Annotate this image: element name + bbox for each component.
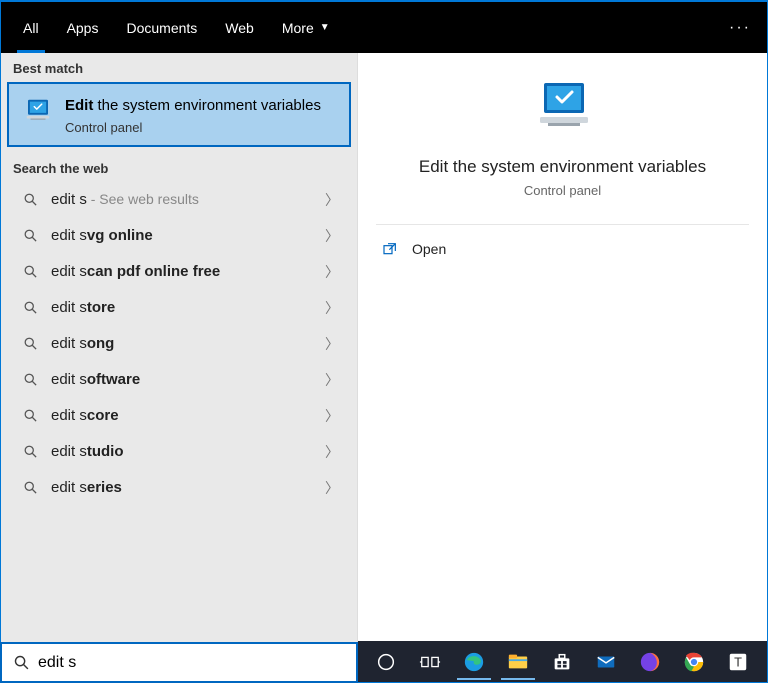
web-suggestion[interactable]: edit software〉 <box>1 362 357 398</box>
svg-text:T: T <box>734 654 742 669</box>
chevron-right-icon: 〉 <box>325 298 339 318</box>
web-suggestions: edit s - See web results〉edit svg online… <box>1 182 357 644</box>
web-suggestion[interactable]: edit s - See web results〉 <box>1 182 357 218</box>
taskbar-cortana-button[interactable] <box>364 641 408 682</box>
tab-more[interactable]: More ▼ <box>268 2 344 53</box>
search-icon <box>21 372 39 387</box>
tabs-right: ··· <box>711 2 759 53</box>
chevron-right-icon: 〉 <box>325 334 339 354</box>
web-suggestion[interactable]: edit store〉 <box>1 290 357 326</box>
tab-label: Web <box>225 20 254 36</box>
taskbar-edge-button[interactable] <box>452 641 496 682</box>
taskbar-app-button[interactable]: T <box>716 641 760 682</box>
search-icon <box>21 480 39 495</box>
preview-icon <box>358 79 767 139</box>
suggestion-text: edit svg online <box>51 227 325 244</box>
best-match-header: Best match <box>1 53 357 82</box>
web-suggestion[interactable]: edit series〉 <box>1 470 357 506</box>
scope-tabs: All Apps Documents Web More ▼ ··· <box>1 2 767 53</box>
best-match-subtitle: Control panel <box>65 120 321 135</box>
suggestion-text: edit s - See web results <box>51 191 325 208</box>
tab-label: All <box>23 20 39 36</box>
web-suggestion[interactable]: edit scan pdf online free〉 <box>1 254 357 290</box>
taskbar: T <box>358 641 767 682</box>
tab-label: Documents <box>126 20 197 36</box>
suggestion-text: edit store <box>51 299 325 316</box>
chevron-right-icon: 〉 <box>325 406 339 426</box>
tab-web[interactable]: Web <box>211 2 268 53</box>
best-match-text: Edit the system environment variables Co… <box>65 96 321 135</box>
start-search-window: All Apps Documents Web More ▼ ··· Best ma… <box>0 0 768 683</box>
preview-subtitle: Control panel <box>358 183 767 198</box>
body: Best match Edit the system environment v… <box>1 53 767 682</box>
tab-label: Apps <box>67 20 99 36</box>
search-icon <box>21 264 39 279</box>
preview-header: Edit the system environment variables Co… <box>358 53 767 198</box>
chevron-right-icon: 〉 <box>325 226 339 246</box>
suggestion-text: edit score <box>51 407 325 424</box>
search-icon <box>21 192 39 207</box>
open-icon <box>382 241 398 257</box>
tab-all[interactable]: All <box>9 2 53 53</box>
search-bar <box>0 642 358 683</box>
web-suggestion[interactable]: edit svg online〉 <box>1 218 357 254</box>
web-suggestion[interactable]: edit song〉 <box>1 326 357 362</box>
taskbar-explorer-button[interactable] <box>496 641 540 682</box>
chevron-down-icon: ▼ <box>320 22 330 33</box>
open-label: Open <box>412 241 446 257</box>
tab-documents[interactable]: Documents <box>112 2 211 53</box>
options-icon[interactable]: ··· <box>729 19 751 37</box>
tab-label: More <box>282 20 314 36</box>
chevron-right-icon: 〉 <box>325 262 339 282</box>
search-input[interactable] <box>36 644 352 681</box>
taskbar-taskview-button[interactable] <box>408 641 452 682</box>
chevron-right-icon: 〉 <box>325 442 339 462</box>
search-icon <box>21 228 39 243</box>
preview-title: Edit the system environment variables <box>358 157 767 177</box>
results-pane: Best match Edit the system environment v… <box>1 53 358 682</box>
taskbar-mail-button[interactable] <box>584 641 628 682</box>
web-suggestion[interactable]: edit score〉 <box>1 398 357 434</box>
system-settings-icon <box>23 96 53 135</box>
taskbar-firefox-button[interactable] <box>628 641 672 682</box>
search-icon <box>21 444 39 459</box>
tab-apps[interactable]: Apps <box>53 2 113 53</box>
chevron-right-icon: 〉 <box>325 478 339 498</box>
best-match-result[interactable]: Edit the system environment variables Co… <box>7 82 351 147</box>
taskbar-chrome-button[interactable] <box>672 641 716 682</box>
taskbar-store-button[interactable] <box>540 641 584 682</box>
open-action[interactable]: Open <box>358 225 767 273</box>
chevron-right-icon: 〉 <box>325 190 339 210</box>
chevron-right-icon: 〉 <box>325 370 339 390</box>
suggestion-text: edit studio <box>51 443 325 460</box>
suggestion-text: edit song <box>51 335 325 352</box>
search-icon <box>21 300 39 315</box>
suggestion-text: edit scan pdf online free <box>51 263 325 280</box>
web-suggestion[interactable]: edit studio〉 <box>1 434 357 470</box>
best-match-title: Edit the system environment variables <box>65 96 321 116</box>
preview-pane: Edit the system environment variables Co… <box>358 53 767 682</box>
suggestion-text: edit series <box>51 479 325 496</box>
search-icon <box>6 654 36 671</box>
search-web-header: Search the web <box>1 153 357 182</box>
search-icon <box>21 408 39 423</box>
search-icon <box>21 336 39 351</box>
suggestion-text: edit software <box>51 371 325 388</box>
